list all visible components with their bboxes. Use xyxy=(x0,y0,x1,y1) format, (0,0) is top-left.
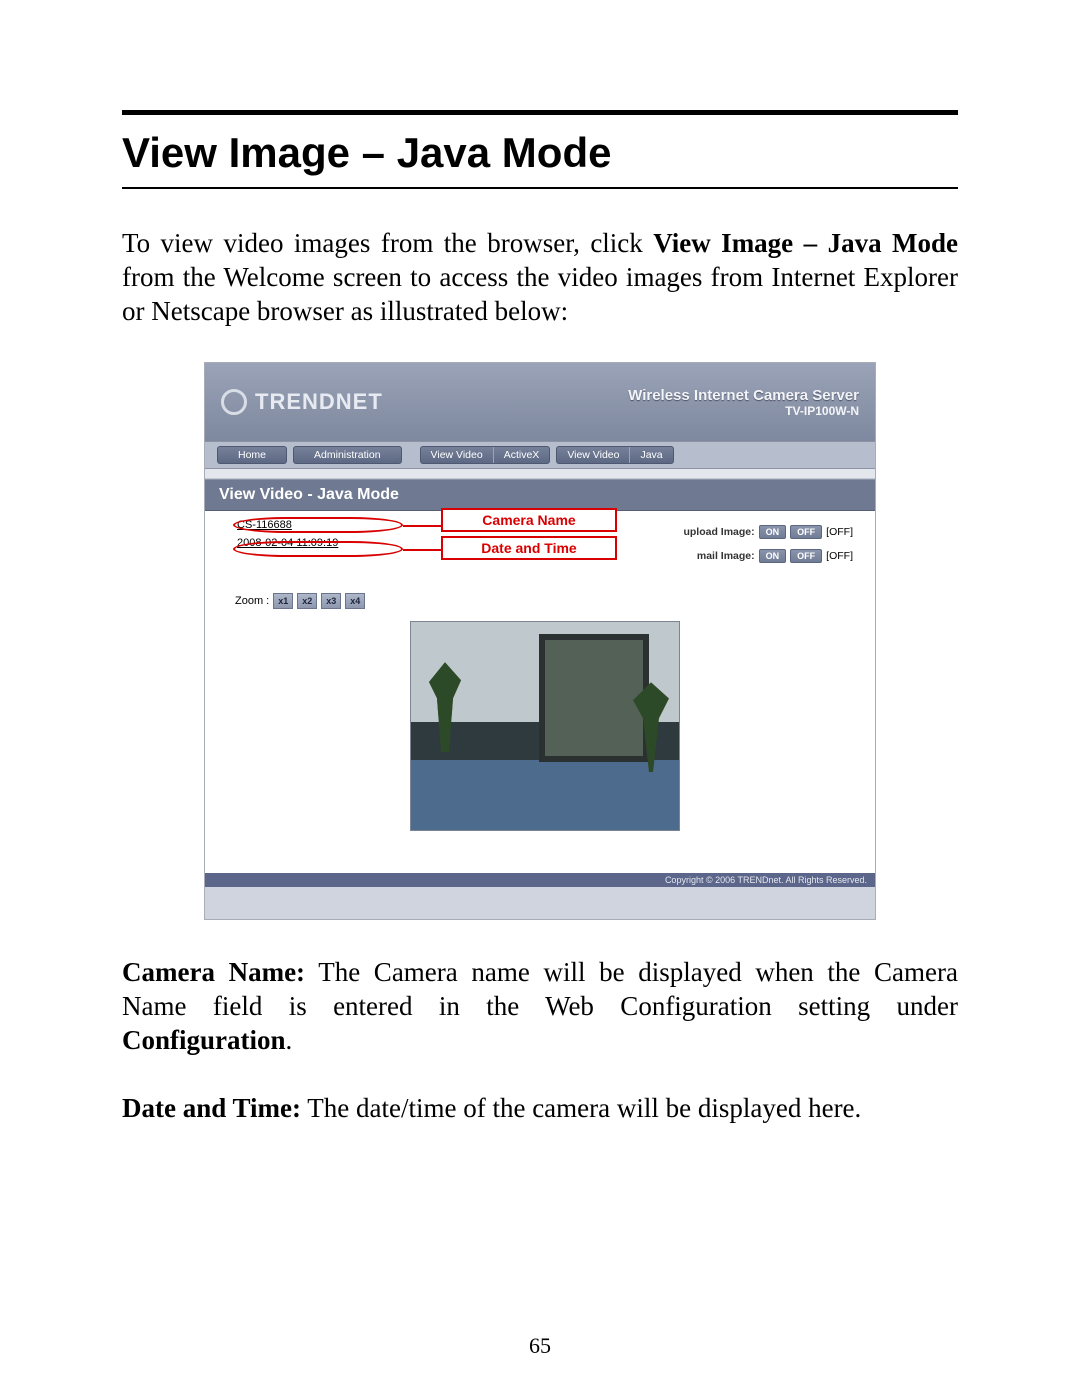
header-title-main: Wireless Internet Camera Server xyxy=(628,387,859,404)
screenshot-figure: TRENDNET Wireless Internet Camera Server… xyxy=(204,362,876,920)
zoom-label: Zoom : xyxy=(235,595,269,607)
mail-image-row: mail Image: ON OFF [OFF] xyxy=(697,549,853,563)
intro-text-a: To view video images from the browser, c… xyxy=(122,228,653,258)
top-rule xyxy=(122,110,958,115)
intro-text-c: from the Welcome screen to access the vi… xyxy=(122,262,958,326)
brand-logo: TRENDNET xyxy=(221,389,383,415)
nav-viewvideo-activex[interactable]: View Video ActiveX xyxy=(420,446,551,464)
globe-icon xyxy=(221,389,247,415)
annotation-label-camera: Camera Name xyxy=(441,508,617,532)
header-title-sub: TV-IP100W-N xyxy=(628,404,859,418)
video-door-shape xyxy=(539,634,649,762)
mail-state: [OFF] xyxy=(826,550,853,562)
zoom-x3-button[interactable]: x3 xyxy=(321,593,341,609)
page-number: 65 xyxy=(0,1333,1080,1359)
configuration-bold: Configuration xyxy=(122,1025,286,1055)
annotation-label-datetime: Date and Time xyxy=(441,536,617,560)
header-title: Wireless Internet Camera Server TV-IP100… xyxy=(628,387,859,418)
nav-viewvideo2-label: View Video xyxy=(557,447,629,463)
upload-on-button[interactable]: ON xyxy=(759,525,787,539)
upload-image-label: upload Image: xyxy=(683,526,754,538)
nav-java-label: Java xyxy=(629,447,672,463)
upload-off-button[interactable]: OFF xyxy=(790,525,822,539)
nav-viewvideo-java[interactable]: View Video Java xyxy=(556,446,673,464)
nav-activex-label: ActiveX xyxy=(493,447,550,463)
footer-copyright: Copyright © 2006 TRENDnet. All Rights Re… xyxy=(205,873,875,887)
datetime-text: The date/time of the camera will be disp… xyxy=(301,1093,861,1123)
annotation-ellipse-camera xyxy=(233,517,403,533)
camera-name-paragraph: Camera Name: The Camera name will be dis… xyxy=(122,956,958,1057)
mail-off-button[interactable]: OFF xyxy=(790,549,822,563)
zoom-x2-button[interactable]: x2 xyxy=(297,593,317,609)
mail-image-label: mail Image: xyxy=(697,550,755,562)
panel-body: CS-116688 2008-02-04 11:09:19 upload Ima… xyxy=(205,511,875,887)
datetime-paragraph: Date and Time: The date/time of the came… xyxy=(122,1092,958,1126)
mail-on-button[interactable]: ON xyxy=(759,549,787,563)
spacer-bar xyxy=(205,469,875,479)
nav-admin[interactable]: Administration xyxy=(293,446,402,464)
nav-viewvideo-label: View Video xyxy=(421,447,493,463)
upload-state: [OFF] xyxy=(826,526,853,538)
app-header: TRENDNET Wireless Internet Camera Server… xyxy=(205,363,875,441)
annotation-line-1 xyxy=(403,525,441,527)
camera-name-period: . xyxy=(286,1025,293,1055)
brand-text: TRENDNET xyxy=(255,389,383,415)
datetime-bold: Date and Time: xyxy=(122,1093,301,1123)
camera-name-bold: Camera Name: xyxy=(122,957,305,987)
nav-bar: Home Administration View Video ActiveX V… xyxy=(205,441,875,469)
panel-title: View Video - Java Mode xyxy=(205,479,875,511)
annotation-line-2 xyxy=(403,549,441,551)
upload-image-row: upload Image: ON OFF [OFF] xyxy=(683,525,853,539)
annotation-ellipse-datetime xyxy=(233,541,403,557)
page-heading: View Image – Java Mode xyxy=(122,129,958,177)
underline-rule xyxy=(122,187,958,189)
zoom-x4-button[interactable]: x4 xyxy=(345,593,365,609)
nav-home[interactable]: Home xyxy=(217,446,287,464)
zoom-controls: Zoom : x1 x2 x3 x4 xyxy=(235,593,855,609)
video-preview xyxy=(410,621,680,831)
video-bg-floor xyxy=(411,760,679,830)
intro-bold: View Image – Java Mode xyxy=(653,228,958,258)
zoom-x1-button[interactable]: x1 xyxy=(273,593,293,609)
intro-paragraph: To view video images from the browser, c… xyxy=(122,227,958,328)
